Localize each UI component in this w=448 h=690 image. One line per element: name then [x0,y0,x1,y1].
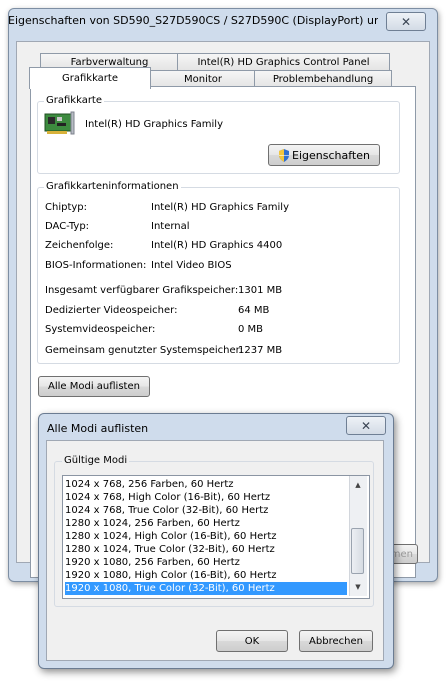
ok-label: OK [244,635,260,647]
properties-button[interactable]: Eigenschaften [268,144,380,166]
dac-typ-value: Internal [151,221,190,232]
close-icon: ✕ [360,418,372,433]
info-group-title: Grafikkarteninformationen [44,181,181,193]
cancel-button[interactable]: Abbrechen [299,630,373,652]
dedicated-memory-label: Dedizierter Videospeicher: [45,305,178,316]
dac-typ-label: DAC-Typ: [45,221,90,232]
scroll-down-arrow-icon[interactable]: ▼ [350,580,366,594]
tab-label: Monitor [183,74,222,85]
bios-info-label: BIOS-Informationen: [45,260,147,271]
bios-info-value: Intel Video BIOS [151,260,232,271]
list-item[interactable]: 1024 x 768, True Color (32-Bit), 60 Hert… [65,504,347,517]
uac-shield-icon [278,148,290,162]
list-item[interactable]: 1280 x 1024, True Color (32-Bit), 60 Her… [65,543,347,556]
list-item-selected[interactable]: 1920 x 1080, True Color (32-Bit), 60 Her… [65,582,347,595]
total-memory-label: Insgesamt verfügbarer Grafikspeicher: [45,285,239,296]
adapter-group-title: Grafikkarte [44,95,105,107]
list-all-modes-label: Alle Modi auflisten [48,381,140,392]
shared-memory-value: 1237 MB [238,345,283,356]
list-item[interactable]: 1920 x 1080, 256 Farben, 60 Hertz [65,556,347,569]
shared-memory-label: Gemeinsam genutzter Systemspeicher: [45,345,243,356]
scroll-thumb[interactable] [351,528,364,574]
dialog-close-button[interactable]: ✕ [346,416,386,435]
tab-grafikkarte[interactable]: Grafikkarte [29,67,151,89]
list-item[interactable]: 1280 x 1024, 256 Farben, 60 Hertz [65,517,347,530]
chiptyp-label: Chiptyp: [45,202,88,213]
list-item[interactable]: 1920 x 1080, High Color (16-Bit), 60 Her… [65,569,347,582]
tab-label: Intel(R) HD Graphics Control Panel [197,57,370,68]
cancel-label: Abbrechen [309,635,363,647]
valid-modes-title: Gültige Modi [62,455,130,467]
modes-listbox[interactable]: 1024 x 768, 256 Farben, 60 Hertz 1024 x … [62,475,370,599]
properties-button-label: Eigenschaften [292,148,370,162]
list-item[interactable]: 1024 x 768, 256 Farben, 60 Hertz [65,478,347,491]
adapter-name: Intel(R) HD Graphics Family [85,119,223,130]
list-all-modes-button[interactable]: Alle Modi auflisten [38,376,150,397]
tab-intel-control-panel[interactable]: Intel(R) HD Graphics Control Panel [177,53,390,71]
system-video-memory-label: Systemvideospeicher: [45,324,156,335]
scroll-up-arrow-icon[interactable]: ▲ [350,478,366,492]
tab-label: Grafikkarte [61,73,118,84]
ok-button[interactable]: OK [216,630,288,652]
dialog-title: Alle Modi auflisten [47,422,149,435]
system-video-memory-value: 0 MB [238,324,264,335]
tab-label: Problembehandlung [272,74,374,85]
total-memory-value: 1301 MB [238,285,283,296]
zeichenfolge-value: Intel(R) HD Graphics 4400 [151,240,283,251]
list-item[interactable]: 1280 x 1024, High Color (16-Bit), 60 Her… [65,530,347,543]
close-icon: ✕ [400,14,412,29]
chiptyp-value: Intel(R) HD Graphics Family [151,202,289,213]
dedicated-memory-value: 64 MB [238,305,270,316]
zeichenfolge-label: Zeichenfolge: [45,240,114,251]
list-item[interactable]: 1024 x 768, High Color (16-Bit), 60 Hert… [65,491,347,504]
window-title: Eigenschaften von SD590_S27D590CS / S27D… [8,14,378,27]
graphics-card-icon [44,110,76,135]
window-close-button[interactable]: ✕ [386,12,426,31]
